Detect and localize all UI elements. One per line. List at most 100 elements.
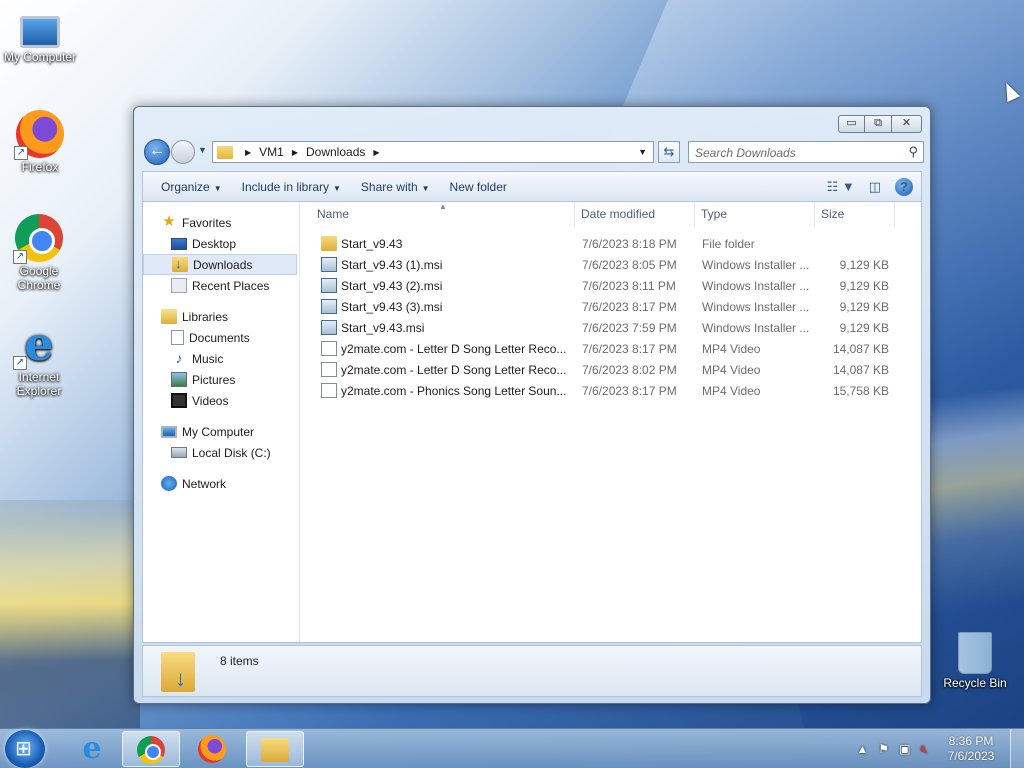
file-row[interactable]: y2mate.com - Letter D Song Letter Reco..… — [301, 338, 921, 359]
file-size: 9,129 KB — [839, 299, 889, 314]
file-type: Windows Installer ... — [702, 320, 810, 335]
organize-button[interactable]: Organize ▼ — [151, 180, 232, 194]
taskbar: e ▲ ⚑ ▣ 🔇︎ 8:36 PM 7/6/2023 — [0, 728, 1024, 768]
command-bar: Organize ▼ Include in library ▼ Share with… — [142, 171, 922, 201]
chevron-right-icon[interactable]: ▶ — [245, 148, 251, 157]
explorer-body: ★ Favorites Desktop Downloads Recent Plac… — [142, 201, 922, 643]
action-center-flag-icon[interactable]: ⚑ — [878, 742, 889, 756]
change-view-icon[interactable]: ☷ ▼ — [827, 179, 855, 195]
nav-pictures[interactable]: Pictures — [143, 369, 299, 390]
breadcrumb-vm1[interactable]: VM1 — [259, 145, 284, 159]
start-button[interactable] — [5, 730, 45, 768]
firefox-icon: ↗ — [14, 110, 64, 160]
nav-network[interactable]: Network — [143, 473, 299, 494]
file-row[interactable]: y2mate.com - Letter D Song Letter Reco..… — [301, 359, 921, 380]
taskbar-internet-explorer[interactable]: e — [64, 731, 122, 767]
nav-documents[interactable]: Documents — [143, 327, 299, 348]
preview-pane-icon[interactable]: ◫ — [869, 179, 881, 195]
music-icon: ♪ — [175, 350, 183, 366]
address-dropdown-icon[interactable]: ▼ — [638, 147, 647, 157]
file-row[interactable]: y2mate.com - Phonics Song Letter Soun...… — [301, 380, 921, 401]
desktop-icon-chrome[interactable]: ↗ Google Chrome — [0, 214, 78, 292]
taskbar-windows-explorer[interactable] — [246, 731, 304, 767]
desktop-icon-recycle-bin[interactable]: Recycle Bin — [935, 632, 1015, 690]
column-header-name[interactable]: ▲ Name — [301, 202, 575, 227]
network-icon — [161, 476, 177, 491]
search-icon[interactable]: ⚲ — [908, 144, 918, 160]
firefox-icon — [198, 735, 226, 763]
shortcut-arrow-icon: ↗ — [13, 356, 27, 370]
share-with-button[interactable]: Share with ▼ — [351, 180, 440, 194]
file-size: 9,129 KB — [839, 257, 889, 272]
column-header-type[interactable]: Type — [695, 202, 815, 227]
clock-time: 8:36 PM — [948, 734, 994, 748]
nav-downloads[interactable]: Downloads — [143, 254, 297, 275]
taskbar-chrome[interactable] — [122, 731, 180, 767]
file-size: 14,087 KB — [832, 341, 889, 356]
videos-icon — [171, 393, 187, 408]
file-name: Start_v9.43 (3).msi — [341, 299, 443, 314]
search-input[interactable]: Search Downloads ⚲ — [688, 141, 924, 163]
back-button[interactable]: ← — [144, 139, 170, 165]
column-header-size[interactable]: Size — [815, 202, 895, 227]
column-header-date-modified[interactable]: Date modified — [575, 202, 695, 227]
chevron-down-icon: ▼ — [333, 183, 341, 193]
include-in-library-button[interactable]: Include in library ▼ — [232, 180, 351, 194]
new-folder-button[interactable]: New folder — [440, 180, 517, 194]
minimize-button[interactable]: ▭ — [838, 115, 865, 133]
file-type: Windows Installer ... — [702, 299, 810, 314]
desktop-icon-label: Google Chrome — [17, 264, 61, 292]
pictures-icon — [171, 372, 187, 387]
nav-local-disk[interactable]: Local Disk (C:) — [143, 442, 299, 463]
nav-music[interactable]: ♪ Music — [143, 348, 299, 369]
desktop-icon-internet-explorer[interactable]: e ↗ Internet Explorer — [0, 320, 78, 398]
file-size: 9,129 KB — [839, 278, 889, 293]
file-row[interactable]: Start_v9.43 (2).msi 7/6/2023 8:11 PM Win… — [301, 275, 921, 296]
maximize-button[interactable]: ⧉ — [865, 115, 892, 133]
nav-favorites[interactable]: ★ Favorites — [143, 212, 299, 233]
file-row[interactable]: Start_v9.43.msi 7/6/2023 7:59 PM Windows… — [301, 317, 921, 338]
chevron-right-icon[interactable]: ▶ — [292, 148, 298, 157]
documents-icon — [171, 330, 184, 345]
sort-ascending-icon: ▲ — [439, 202, 447, 211]
column-headers: ▲ Name Date modified Type Size — [301, 202, 921, 227]
file-row[interactable]: Start_v9.43 7/6/2023 8:18 PM File folder — [301, 233, 921, 254]
explorer-folder-icon — [261, 738, 289, 762]
nav-my-computer[interactable]: My Computer — [143, 421, 299, 442]
desktop-icon-my-computer[interactable]: My Computer — [0, 8, 80, 64]
nav-label: Videos — [192, 393, 229, 408]
desktop-icon-firefox[interactable]: ↗ Firefox — [0, 110, 80, 174]
show-desktop-button[interactable] — [1010, 729, 1024, 768]
refresh-button[interactable]: ⇆ — [658, 141, 680, 163]
chevron-right-icon[interactable]: ▶ — [373, 148, 379, 157]
desktop-icon-label: My Computer — [3, 50, 77, 64]
clock[interactable]: 8:36 PM 7/6/2023 — [938, 734, 1004, 764]
chrome-icon — [137, 736, 165, 764]
recent-pages-dropdown[interactable]: ▼ — [198, 145, 207, 155]
address-bar[interactable]: ▶ VM1 ▶ Downloads ▶ ▼ — [212, 141, 654, 163]
forward-button[interactable] — [171, 140, 195, 164]
explorer-window: ▭ ⧉ ✕ ← ▼ ▶ VM1 ▶ Downloads ▶ ▼ ⇆ Search… — [133, 106, 931, 704]
nav-label: Favorites — [182, 215, 232, 230]
file-name: y2mate.com - Letter D Song Letter Reco..… — [341, 362, 567, 377]
breadcrumb-downloads[interactable]: Downloads — [306, 145, 365, 159]
close-button[interactable]: ✕ — [892, 115, 922, 133]
taskbar-firefox[interactable] — [184, 731, 242, 767]
network-tray-icon[interactable]: ▣ — [899, 742, 910, 756]
shortcut-arrow-icon: ↗ — [13, 250, 27, 264]
file-type: Windows Installer ... — [702, 278, 810, 293]
nav-recent-places[interactable]: Recent Places — [143, 275, 299, 296]
file-row[interactable]: Start_v9.43 (3).msi 7/6/2023 8:17 PM Win… — [301, 296, 921, 317]
nav-videos[interactable]: Videos — [143, 390, 299, 411]
help-icon[interactable]: ? — [895, 177, 913, 196]
nav-desktop[interactable]: Desktop — [143, 233, 299, 254]
show-hidden-icons-icon[interactable]: ▲ — [856, 742, 868, 756]
file-date: 7/6/2023 8:17 PM — [582, 341, 677, 356]
file-list: ▲ Name Date modified Type Size Start_v9.4… — [301, 202, 921, 642]
chevron-down-icon: ▼ — [421, 183, 430, 193]
file-row[interactable]: Start_v9.43 (1).msi 7/6/2023 8:05 PM Win… — [301, 254, 921, 275]
nav-libraries[interactable]: Libraries — [143, 306, 299, 327]
video-file-icon — [321, 383, 337, 398]
search-placeholder: Search Downloads — [695, 146, 796, 160]
volume-muted-icon[interactable]: 🔇︎ — [920, 742, 928, 757]
